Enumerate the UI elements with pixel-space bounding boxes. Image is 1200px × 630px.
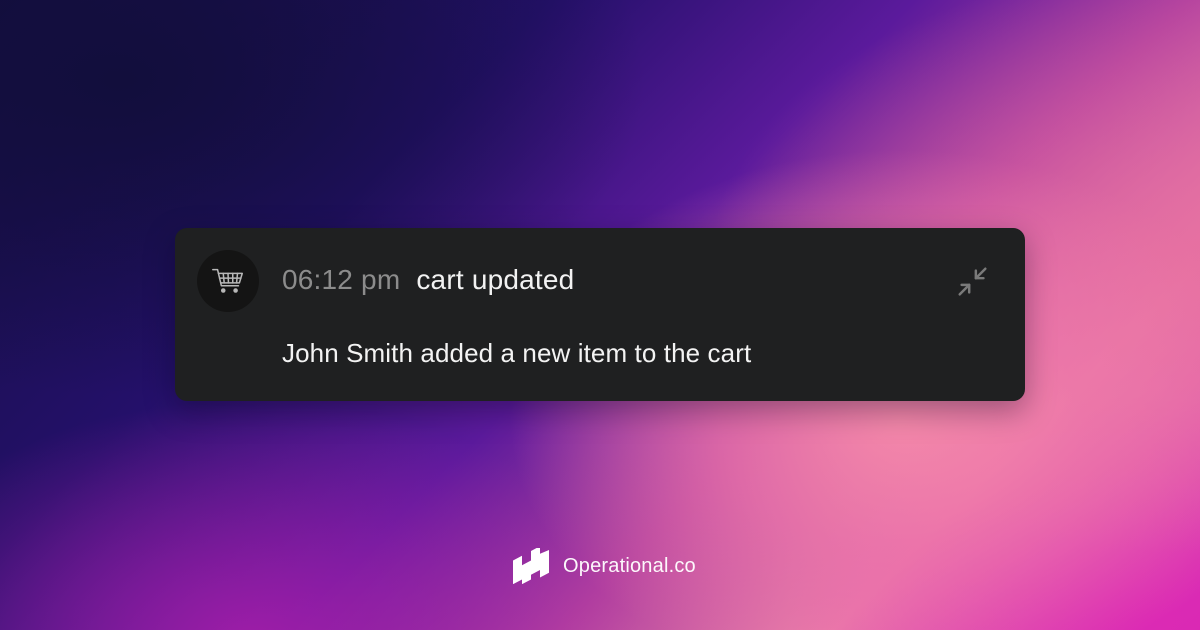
page-background: { "notification": { "time": "06:12 pm", … xyxy=(0,0,1200,630)
operational-logo-icon xyxy=(513,548,549,584)
notification-avatar xyxy=(197,250,259,312)
shopping-cart-icon xyxy=(212,268,244,293)
notification-card: 06:12 pm cart updated John Smith added a… xyxy=(175,228,1025,401)
brand-name: Operational.co xyxy=(563,554,696,577)
brand: Operational.co xyxy=(512,548,696,584)
notification-header: 06:12 pm cart updated xyxy=(282,264,574,296)
notification-title: cart updated xyxy=(416,264,575,295)
collapse-button[interactable] xyxy=(953,262,993,302)
minimize-arrows-icon xyxy=(958,267,987,296)
notification-message: John Smith added a new item to the cart xyxy=(282,338,752,368)
notification-time: 06:12 pm xyxy=(282,264,401,295)
